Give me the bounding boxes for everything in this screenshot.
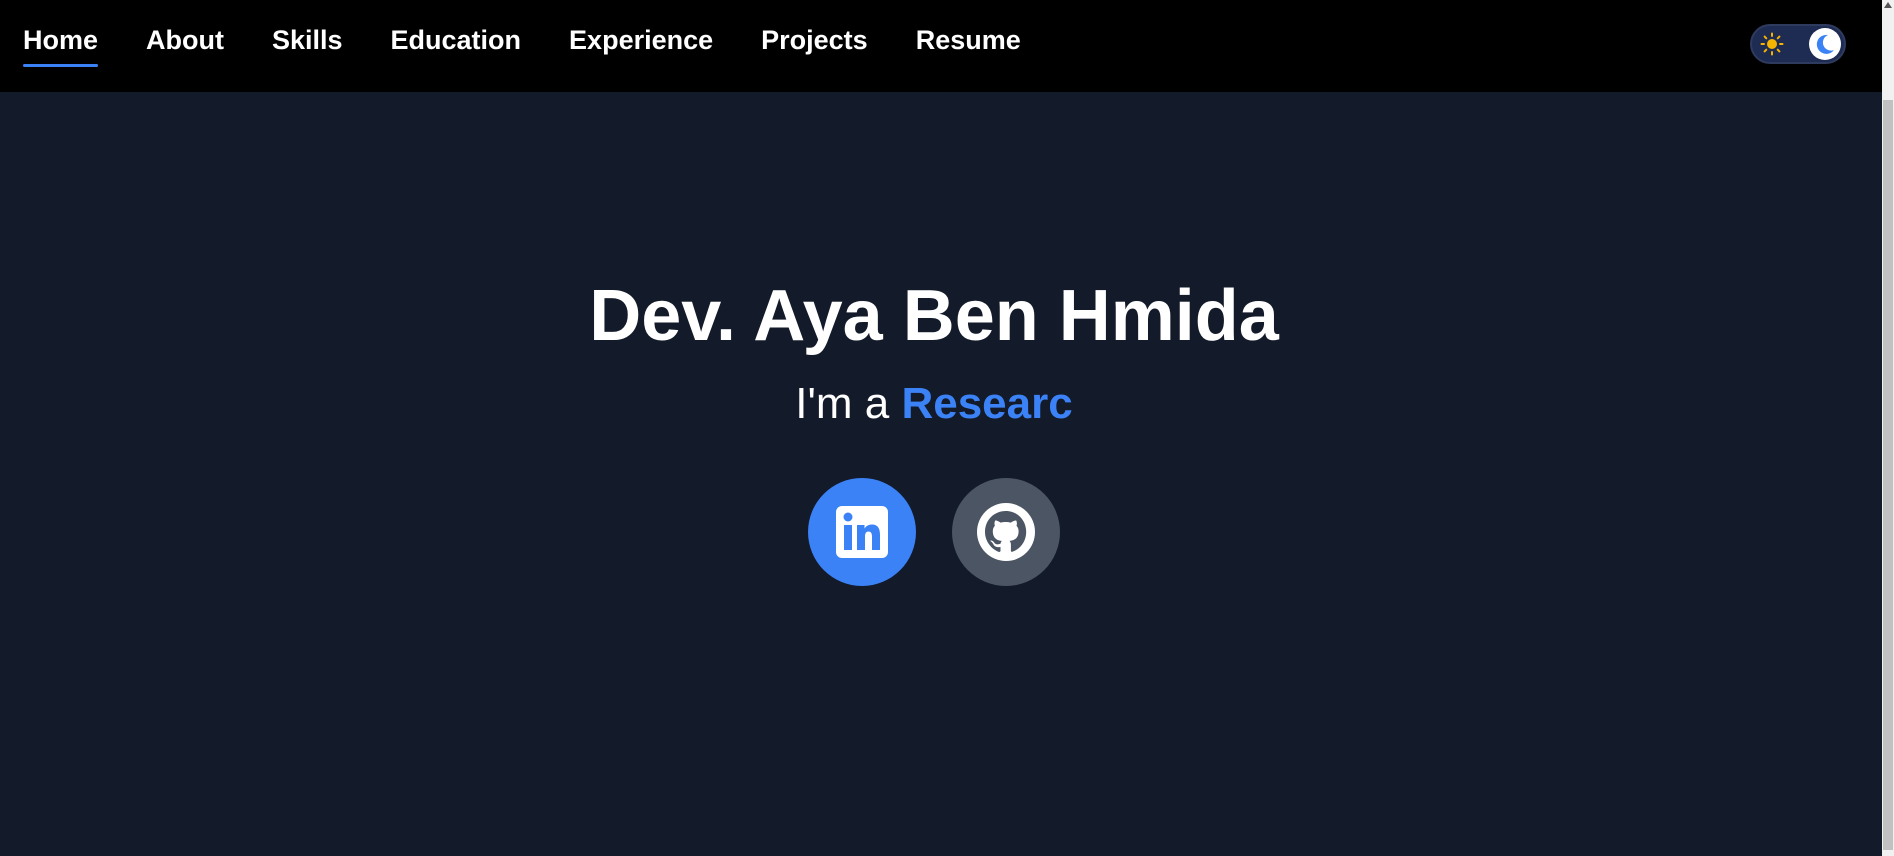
scroll-up-arrow-icon[interactable] [1884, 2, 1892, 8]
scrollbar[interactable] [1882, 0, 1894, 856]
page: Home About Skills Education Experience P… [0, 0, 1894, 856]
tagline-prefix: I'm a [795, 379, 902, 428]
typed-role: Researc [901, 379, 1073, 428]
nav-link-education[interactable]: Education [391, 0, 522, 80]
nav-link-home[interactable]: Home [23, 0, 99, 80]
linkedin-icon [836, 506, 888, 558]
nav-links: Home About Skills Education Experience P… [23, 0, 1069, 80]
github-button[interactable] [952, 478, 1060, 586]
scrollbar-thumb[interactable] [1883, 100, 1893, 850]
sun-icon [1760, 32, 1784, 56]
nav-link-projects[interactable]: Projects [761, 0, 868, 80]
nav-link-experience[interactable]: Experience [569, 0, 713, 80]
hero-name: Dev. Aya Ben Hmida [589, 276, 1279, 356]
theme-toggle[interactable] [1750, 24, 1846, 64]
toggle-knob [1809, 28, 1841, 60]
linkedin-button[interactable] [808, 478, 916, 586]
nav-link-about[interactable]: About [146, 0, 224, 80]
hero-tagline: I'm a Researc [0, 382, 1868, 426]
moon-icon [1816, 34, 1834, 54]
github-icon [977, 503, 1035, 561]
social-links [808, 478, 1096, 586]
nav-link-skills[interactable]: Skills [272, 0, 343, 80]
navbar: Home About Skills Education Experience P… [0, 0, 1882, 92]
nav-link-resume[interactable]: Resume [916, 0, 1021, 80]
